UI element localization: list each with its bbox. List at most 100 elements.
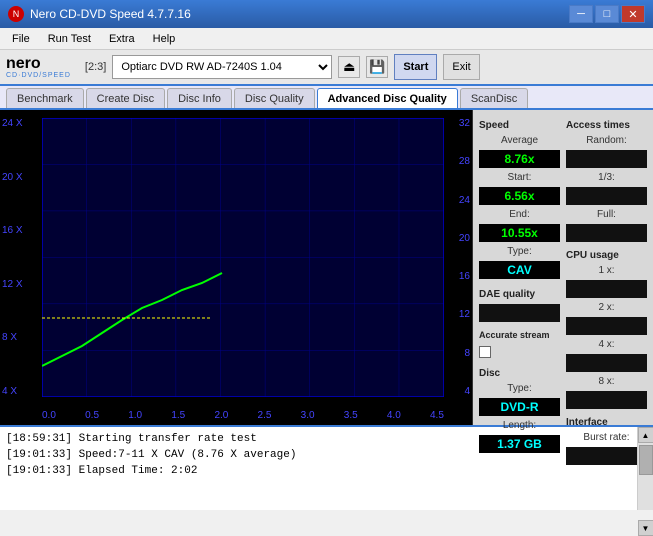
menu-bar: File Run Test Extra Help (0, 28, 653, 50)
full-label: Full: (566, 209, 647, 220)
speed-header: Speed (479, 120, 560, 131)
scrollbar-thumb[interactable] (639, 445, 653, 475)
x-label-0: 0.0 (42, 410, 56, 421)
cpu-1x-label: 1 x: (566, 265, 647, 276)
log-line-2: [19:01:33] Speed:7-11 X CAV (8.76 X aver… (6, 447, 631, 463)
y-right-12: 12 (459, 309, 470, 320)
x-label-2: 2.0 (214, 410, 228, 421)
y-right-4: 4 (459, 386, 470, 397)
cpu-8x-value (566, 391, 647, 409)
toolbar: nero CD·DVD/SPEED [2:3] Optiarc DVD RW A… (0, 50, 653, 86)
y-right-8: 8 (459, 348, 470, 359)
y-right-28: 28 (459, 156, 470, 167)
minimize-button[interactable]: ─ (569, 5, 593, 23)
save-icon[interactable]: 💾 (366, 56, 388, 78)
x-axis: 0.0 0.5 1.0 1.5 2.0 2.5 3.0 3.5 4.0 4.5 (42, 410, 444, 421)
cpu-2x-label: 2 x: (566, 302, 647, 313)
accurate-stream-row (479, 346, 560, 358)
menu-help[interactable]: Help (145, 31, 184, 47)
tabs-bar: Benchmark Create Disc Disc Info Disc Qua… (0, 86, 653, 110)
random-label: Random: (566, 135, 647, 146)
x-label-35: 3.5 (344, 410, 358, 421)
main-content: 24 X 20 X 16 X 12 X 8 X 4 X (0, 110, 653, 425)
graph-area: 24 X 20 X 16 X 12 X 8 X 4 X (0, 110, 473, 425)
drive-select[interactable]: Optiarc DVD RW AD-7240S 1.04 (112, 55, 332, 79)
tab-scandisc[interactable]: ScanDisc (460, 88, 528, 108)
drive-label: [2:3] (85, 61, 106, 73)
one-third-value (566, 187, 647, 205)
eject-icon[interactable]: ⏏ (338, 56, 360, 78)
y-right-32: 32 (459, 118, 470, 129)
random-value (566, 150, 647, 168)
start-button[interactable]: Start (394, 54, 437, 80)
x-label-05: 0.5 (85, 410, 99, 421)
y-right-16: 16 (459, 271, 470, 282)
log-line-3: [19:01:33] Elapsed Time: 2:02 (6, 463, 631, 479)
y-label-12: 12 X (2, 279, 23, 290)
log-line-1: [18:59:31] Starting transfer rate test (6, 431, 631, 447)
x-label-25: 2.5 (258, 410, 272, 421)
title-bar-controls: ─ □ ✕ (569, 5, 645, 23)
start-label: Start: (479, 172, 560, 183)
y-label-20: 20 X (2, 172, 23, 183)
tab-disc-info[interactable]: Disc Info (167, 88, 232, 108)
y-axis-right: 32 28 24 20 16 12 8 4 (459, 118, 470, 397)
accurate-stream-header: Accurate stream (479, 330, 560, 340)
log-content: [18:59:31] Starting transfer rate test [… (0, 427, 637, 510)
x-label-4: 4.0 (387, 410, 401, 421)
disc-header: Disc (479, 368, 560, 379)
scrollbar-down[interactable]: ▼ (638, 520, 653, 536)
cpu-8x-label: 8 x: (566, 376, 647, 387)
stats-column-left: Speed Average 8.76x Start: 6.56x End: 10… (479, 116, 560, 419)
y-right-24: 24 (459, 195, 470, 206)
end-label: End: (479, 209, 560, 220)
log-scrollbar: ▲ ▼ (637, 427, 653, 510)
tab-disc-quality[interactable]: Disc Quality (234, 88, 315, 108)
type-value: CAV (479, 261, 560, 279)
title-bar-left: N Nero CD-DVD Speed 4.7.7.16 (8, 6, 191, 22)
access-times-header: Access times (566, 120, 647, 131)
title-bar: N Nero CD-DVD Speed 4.7.7.16 ─ □ ✕ (0, 0, 653, 28)
scrollbar-up[interactable]: ▲ (638, 427, 653, 443)
y-right-20: 20 (459, 233, 470, 244)
cpu-header: CPU usage (566, 250, 647, 261)
y-label-24: 24 X (2, 118, 23, 129)
log-area: [18:59:31] Starting transfer rate test [… (0, 425, 653, 510)
accurate-stream-checkbox[interactable] (479, 346, 491, 358)
menu-file[interactable]: File (4, 31, 38, 47)
stats-column-right: Access times Random: 1/3: Full: CPU usag… (566, 116, 647, 419)
y-label-16: 16 X (2, 225, 23, 236)
app-title: Nero CD-DVD Speed 4.7.7.16 (30, 7, 191, 21)
end-value: 10.55x (479, 224, 560, 242)
nero-logo-sub: CD·DVD/SPEED (6, 72, 71, 79)
menu-extra[interactable]: Extra (101, 31, 143, 47)
cpu-2x-value (566, 317, 647, 335)
average-value: 8.76x (479, 150, 560, 168)
start-value: 6.56x (479, 187, 560, 205)
app-icon: N (8, 6, 24, 22)
x-label-1: 1.0 (128, 410, 142, 421)
type-label: Type: (479, 246, 560, 257)
tab-create-disc[interactable]: Create Disc (86, 88, 165, 108)
disc-type-value: DVD-R (479, 398, 560, 416)
maximize-button[interactable]: □ (595, 5, 619, 23)
close-button[interactable]: ✕ (621, 5, 645, 23)
y-axis-left: 24 X 20 X 16 X 12 X 8 X 4 X (2, 118, 23, 397)
dae-header: DAE quality (479, 289, 560, 300)
right-panel: Speed Average 8.76x Start: 6.56x End: 10… (473, 110, 653, 425)
nero-logo-text: nero (6, 56, 71, 72)
full-value (566, 224, 647, 242)
exit-button[interactable]: Exit (443, 54, 479, 80)
average-label: Average (479, 135, 560, 146)
x-label-3: 3.0 (301, 410, 315, 421)
menu-run-test[interactable]: Run Test (40, 31, 99, 47)
cpu-4x-label: 4 x: (566, 339, 647, 350)
x-label-45: 4.5 (430, 410, 444, 421)
one-third-label: 1/3: (566, 172, 647, 183)
tab-advanced-disc-quality[interactable]: Advanced Disc Quality (317, 88, 458, 108)
nero-logo: nero CD·DVD/SPEED (6, 56, 71, 79)
cpu-4x-value (566, 354, 647, 372)
x-label-15: 1.5 (171, 410, 185, 421)
tab-benchmark[interactable]: Benchmark (6, 88, 84, 108)
graph-svg (42, 118, 444, 397)
